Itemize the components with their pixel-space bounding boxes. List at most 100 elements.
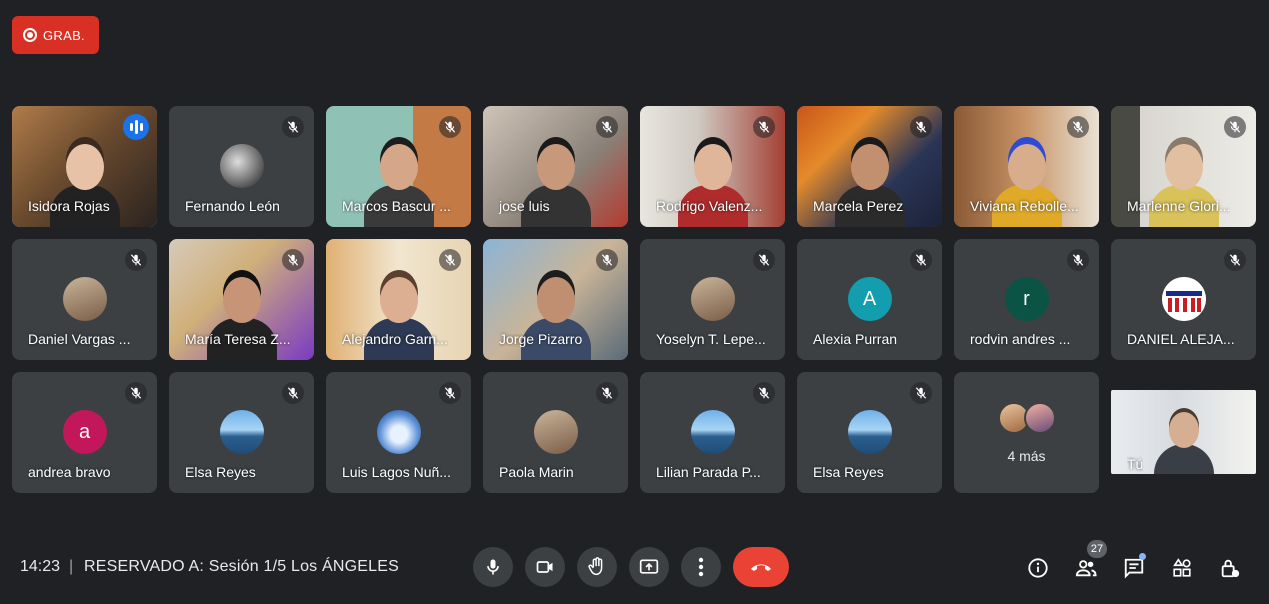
mic-icon bbox=[487, 559, 499, 575]
meeting-clock: 14:23 bbox=[20, 558, 61, 575]
participant-avatar: r bbox=[1004, 277, 1049, 321]
participant-tile[interactable]: Isidora Rojas bbox=[12, 106, 157, 227]
participant-tile[interactable]: Viviana Rebolle... bbox=[954, 106, 1099, 227]
more-participants-tile[interactable]: 4 más bbox=[954, 372, 1099, 493]
participant-tile[interactable]: Paola Marin bbox=[483, 372, 628, 493]
participant-tile[interactable]: Fernando León bbox=[169, 106, 314, 227]
mic-off-icon bbox=[910, 382, 932, 404]
participant-avatar: A bbox=[847, 277, 892, 321]
participant-name: Lilian Parada P... bbox=[656, 464, 761, 480]
participant-avatar bbox=[219, 410, 264, 454]
camera-button[interactable] bbox=[525, 547, 565, 587]
mic-off-icon bbox=[282, 116, 304, 138]
mic-off-icon bbox=[439, 382, 461, 404]
mic-off-icon bbox=[596, 382, 618, 404]
participant-name: Elsa Reyes bbox=[185, 464, 256, 480]
participant-tile[interactable]: Elsa Reyes bbox=[169, 372, 314, 493]
participant-avatar bbox=[847, 410, 892, 454]
participant-grid: Isidora Rojas Fernando León Marcos Bascur … bbox=[12, 106, 1256, 493]
unread-chat-indicator bbox=[1139, 553, 1146, 560]
more-options-icon bbox=[698, 557, 704, 577]
participant-tile[interactable]: María Teresa Z... bbox=[169, 239, 314, 360]
participant-name: Paola Marin bbox=[499, 464, 574, 480]
people-icon bbox=[1075, 560, 1097, 577]
meeting-details-button[interactable] bbox=[1024, 554, 1052, 582]
raise-hand-button[interactable] bbox=[577, 547, 617, 587]
participant-name: Marcos Bascur ... bbox=[342, 198, 451, 214]
participant-name: rodvin andres ... bbox=[970, 331, 1071, 347]
recording-label: GRAB. bbox=[43, 27, 85, 43]
participant-avatar bbox=[62, 277, 107, 321]
participant-name: jose luis bbox=[499, 198, 550, 214]
participant-name: Fernando León bbox=[185, 198, 280, 214]
people-button[interactable] bbox=[1072, 554, 1100, 582]
mic-off-icon bbox=[439, 249, 461, 271]
self-name: Tú bbox=[1127, 456, 1144, 472]
raise-hand-icon bbox=[588, 557, 603, 576]
more-participants: 4 más bbox=[954, 402, 1099, 464]
participant-tile[interactable]: jose luis bbox=[483, 106, 628, 227]
info-icon bbox=[1028, 558, 1048, 578]
host-controls-button[interactable] bbox=[1216, 554, 1244, 582]
more-participants-label: 4 más bbox=[1007, 448, 1046, 464]
mic-off-icon bbox=[439, 116, 461, 138]
participant-tile[interactable]: Rodrigo Valenz... bbox=[640, 106, 785, 227]
participant-tile[interactable]: Daniel Vargas ... bbox=[12, 239, 157, 360]
participant-tile[interactable]: Marlenne Glori... bbox=[1111, 106, 1256, 227]
participant-tile[interactable]: A Alexia Purran bbox=[797, 239, 942, 360]
speaking-indicator-icon bbox=[123, 114, 149, 140]
meeting-title: RESERVADO A: Sesión 1/5 Los ÁNGELES bbox=[84, 558, 399, 575]
mic-off-icon bbox=[1224, 249, 1246, 271]
participant-avatar bbox=[376, 410, 421, 454]
participant-name: andrea bravo bbox=[28, 464, 111, 480]
more-options-button[interactable] bbox=[681, 547, 721, 587]
participant-name: Alejandro Garn... bbox=[342, 331, 448, 347]
participant-name: Luis Lagos Nuñ... bbox=[342, 464, 451, 480]
participant-tile[interactable]: Jorge Pizarro bbox=[483, 239, 628, 360]
activities-button[interactable] bbox=[1168, 554, 1196, 582]
participant-tile[interactable]: DANIEL ALEJA... bbox=[1111, 239, 1256, 360]
participant-tile[interactable]: Marcos Bascur ... bbox=[326, 106, 471, 227]
avatar bbox=[1023, 402, 1056, 434]
bottom-control-bar: 14:23 | RESERVADO A: Sesión 1/5 Los ÁNGE… bbox=[0, 540, 1269, 596]
chat-icon bbox=[1124, 558, 1144, 579]
participant-avatar bbox=[219, 144, 264, 188]
mic-off-icon bbox=[753, 382, 775, 404]
mic-off-icon bbox=[282, 382, 304, 404]
participant-tile[interactable]: Marcela Perez bbox=[797, 106, 942, 227]
present-screen-button[interactable] bbox=[629, 547, 669, 587]
participant-name: DANIEL ALEJA... bbox=[1127, 331, 1235, 347]
participant-tile[interactable]: r rodvin andres ... bbox=[954, 239, 1099, 360]
mic-off-icon bbox=[125, 249, 147, 271]
participant-tile[interactable]: Luis Lagos Nuñ... bbox=[326, 372, 471, 493]
participant-avatar bbox=[690, 277, 735, 321]
self-view-tile[interactable]: Tú bbox=[1111, 390, 1256, 474]
participant-avatar bbox=[1161, 277, 1206, 321]
participant-name: Jorge Pizarro bbox=[499, 331, 583, 347]
participant-name: Rodrigo Valenz... bbox=[656, 198, 763, 214]
mic-off-icon bbox=[910, 249, 932, 271]
participant-name: Isidora Rojas bbox=[28, 198, 110, 214]
microphone-button[interactable] bbox=[473, 547, 513, 587]
participant-name: María Teresa Z... bbox=[185, 331, 291, 347]
mic-off-icon bbox=[282, 249, 304, 271]
mic-off-icon bbox=[596, 116, 618, 138]
participant-avatar: a bbox=[62, 410, 107, 454]
participant-name: Marlenne Glori... bbox=[1127, 198, 1231, 214]
participant-avatar bbox=[533, 410, 578, 454]
mic-off-icon bbox=[753, 116, 775, 138]
record-dot-icon bbox=[23, 28, 37, 42]
participant-tile[interactable]: Lilian Parada P... bbox=[640, 372, 785, 493]
participant-name: Marcela Perez bbox=[813, 198, 904, 214]
mic-off-icon bbox=[753, 249, 775, 271]
mic-off-icon bbox=[596, 249, 618, 271]
participant-tile[interactable]: Elsa Reyes bbox=[797, 372, 942, 493]
participant-tile[interactable]: Alejandro Garn... bbox=[326, 239, 471, 360]
participant-tile[interactable]: a andrea bravo bbox=[12, 372, 157, 493]
mic-off-icon bbox=[1224, 116, 1246, 138]
participant-tile[interactable]: Yoselyn T. Lepe... bbox=[640, 239, 785, 360]
overflow-avatars bbox=[954, 402, 1099, 434]
title-separator: | bbox=[69, 558, 74, 575]
mic-off-icon bbox=[125, 382, 147, 404]
hang-up-button[interactable] bbox=[733, 547, 789, 587]
